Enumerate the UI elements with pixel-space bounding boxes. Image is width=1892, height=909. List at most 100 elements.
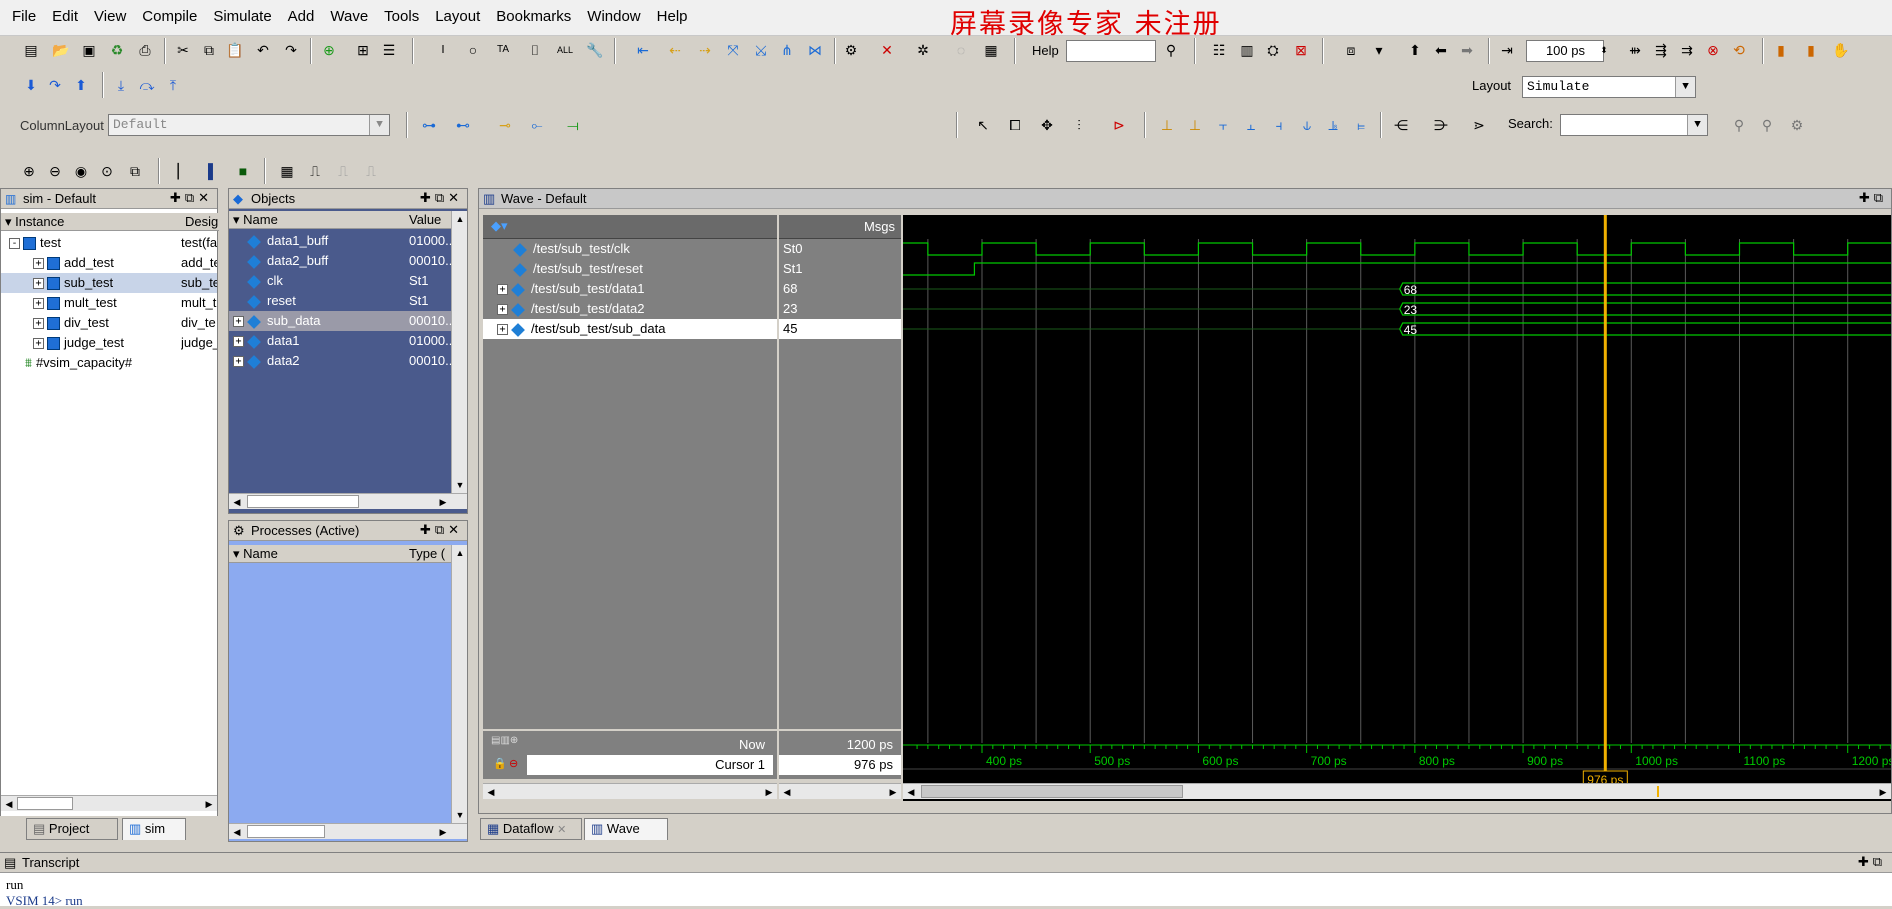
chart-icon[interactable]: ▮ xyxy=(1770,39,1792,61)
find-binoculars-icon[interactable]: ⊞ xyxy=(352,39,374,61)
tab-wave[interactable]: ▥ Wave xyxy=(584,818,668,840)
redo-icon[interactable]: ↷ xyxy=(280,39,302,61)
tab-project[interactable]: ▤ Project xyxy=(26,818,118,840)
expand-icon[interactable]: + xyxy=(497,304,508,316)
column-header-instance[interactable]: ▾ Instance xyxy=(1,213,181,231)
menu-bookmarks[interactable]: Bookmarks xyxy=(488,0,579,25)
column-header-design[interactable]: Design xyxy=(181,213,219,231)
run-icon[interactable]: ⇻ xyxy=(1624,39,1646,61)
processes-vscrollbar[interactable]: ▲ ▼ xyxy=(451,545,467,823)
wave-step-end-icon[interactable]: ⎍ xyxy=(360,160,382,182)
edge-any-icon[interactable]: ⫡ xyxy=(1322,114,1344,136)
print-icon[interactable]: ⎙ xyxy=(134,39,156,61)
step-icon[interactable]: ⬇ xyxy=(20,74,42,96)
scroll-right-icon[interactable]: ▶ xyxy=(885,784,901,800)
run-length-input[interactable]: 100 ps xyxy=(1526,40,1604,62)
split-icon[interactable]: ⋔ xyxy=(776,39,798,61)
expand-icon[interactable]: + xyxy=(497,324,508,336)
scroll-down-icon[interactable]: ▼ xyxy=(452,477,468,493)
step-over-current-icon[interactable]: ⤼ xyxy=(136,74,158,96)
stop-icon[interactable]: ⊗ xyxy=(1702,39,1724,61)
all-icon[interactable]: ALL xyxy=(554,39,576,61)
dropdown-window-icon[interactable]: ▾ xyxy=(1368,39,1390,61)
expand-icon[interactable]: + xyxy=(33,338,44,350)
scroll-left-icon[interactable]: ◀ xyxy=(229,494,245,510)
column-header-name[interactable]: ▾ Name xyxy=(229,211,405,229)
hand-icon[interactable]: ✋ xyxy=(1830,39,1852,61)
step-into-icon[interactable]: ⤓ xyxy=(110,74,132,96)
search-input[interactable]: ▼ xyxy=(1560,114,1708,136)
wave-signal-row[interactable]: + /test/sub_test/data2 xyxy=(483,299,777,319)
save-icon[interactable]: ▣ xyxy=(78,39,100,61)
column-header-value[interactable]: Value xyxy=(405,211,451,229)
breakpoint-icon[interactable]: ⊳ xyxy=(1108,114,1130,136)
add-icon[interactable]: ⊕ xyxy=(318,39,340,61)
search-forward-icon[interactable]: ⚲ xyxy=(1728,114,1750,136)
break-icon[interactable]: ⊠ xyxy=(1290,39,1312,61)
step-out-icon[interactable]: ⬆ xyxy=(70,74,92,96)
help-search-icon[interactable]: ⚲ xyxy=(1160,39,1182,61)
align-icon[interactable]: ⫶ xyxy=(1068,114,1090,136)
delete-icon[interactable]: ✕ xyxy=(876,39,898,61)
scroll-left-icon[interactable]: ◀ xyxy=(229,824,245,840)
menu-help[interactable]: Help xyxy=(649,0,696,25)
run-length-icon[interactable]: ⇥ xyxy=(1496,39,1518,61)
menu-view[interactable]: View xyxy=(86,0,134,25)
zoom-range-icon[interactable]: ⧉ xyxy=(124,160,146,182)
expand-icon[interactable]: + xyxy=(33,318,44,330)
scroll-right-icon[interactable]: ▶ xyxy=(201,796,217,812)
zoom-in-icon[interactable]: ⊕ xyxy=(18,160,40,182)
scroll-left-icon[interactable]: ◀ xyxy=(779,784,795,800)
scroll-down-icon[interactable]: ▼ xyxy=(452,807,468,823)
scroll-thumb[interactable] xyxy=(247,495,359,508)
add-list-icon[interactable]: ⊷ xyxy=(452,114,474,136)
step-out-current-icon[interactable]: ⤒ xyxy=(162,74,184,96)
scroll-up-icon[interactable]: ▲ xyxy=(452,211,468,227)
panel-controls-icon[interactable]: ✚⧉✕ xyxy=(420,522,463,538)
open-folder-icon[interactable]: 📂 xyxy=(50,39,72,61)
zoom-box-icon[interactable]: ⧠ xyxy=(1004,114,1026,136)
panel-controls-icon[interactable]: ✚⧉ xyxy=(1858,854,1886,870)
expand-icon[interactable]: + xyxy=(33,298,44,310)
edge-fall-icon[interactable]: ⫟ xyxy=(1212,114,1234,136)
bar-chart-icon[interactable]: ▮ xyxy=(1800,39,1822,61)
column-layout-select[interactable]: Default ▼ xyxy=(108,114,390,136)
objects-vscrollbar[interactable]: ▲ ▼ xyxy=(451,211,467,493)
scroll-left-icon[interactable]: ◀ xyxy=(483,784,499,800)
reload-icon[interactable]: ♻ xyxy=(106,39,128,61)
zoom-out-icon[interactable]: ⊖ xyxy=(44,160,66,182)
scroll-right-icon[interactable]: ▶ xyxy=(435,494,451,510)
column-header-type[interactable]: Type ( xyxy=(405,545,451,563)
wave-add-icon[interactable]: ◆▾ xyxy=(491,218,508,234)
add-dataflow-icon[interactable]: ⊸ xyxy=(494,114,516,136)
wave-step-alt-icon[interactable]: ⎍ xyxy=(332,160,354,182)
disabled-icon[interactable]: ◌ xyxy=(950,39,972,61)
add-log-green-icon[interactable]: ⟞ xyxy=(562,114,584,136)
zoom-cursor-icon[interactable]: ⊙ xyxy=(96,160,118,182)
menu-tools[interactable]: Tools xyxy=(376,0,427,25)
grid-icon[interactable]: ▦ xyxy=(980,39,1002,61)
scroll-left-icon[interactable]: ◀ xyxy=(1,796,17,812)
settings-icon[interactable]: ✲ xyxy=(912,39,934,61)
list-icon[interactable]: ☰ xyxy=(378,39,400,61)
wave-signal-row[interactable]: /test/sub_test/clk xyxy=(483,239,777,259)
menu-add[interactable]: Add xyxy=(280,0,323,25)
paste-icon[interactable]: 📋 xyxy=(224,39,246,61)
cursor-add-icon[interactable]: ⋲ xyxy=(1390,114,1412,136)
undo-icon[interactable]: ↶ xyxy=(252,39,274,61)
now-icons[interactable]: ▤▥⊕ xyxy=(491,735,518,746)
menu-window[interactable]: Window xyxy=(579,0,648,25)
sim-icon[interactable]: ⛭ xyxy=(1262,39,1284,61)
panel-controls-icon[interactable]: ✚⧉ xyxy=(1859,190,1887,206)
edge-last-icon[interactable]: ⫝ xyxy=(1296,114,1318,136)
expand-icon[interactable]: + xyxy=(33,278,44,290)
panel-controls-icon[interactable]: ✚⧉✕ xyxy=(170,190,213,206)
edge-next-icon[interactable]: ⫞ xyxy=(1268,114,1290,136)
names-hscrollbar[interactable]: ◀ ▶ xyxy=(483,783,777,799)
close-icon[interactable]: ✕ xyxy=(557,824,566,836)
wave-hscrollbar[interactable]: ◀ ▶ xyxy=(903,783,1891,799)
scroll-up-icon[interactable]: ▲ xyxy=(452,545,468,561)
step-forward-icon[interactable]: ⇢ xyxy=(694,39,716,61)
lock-icon[interactable]: 🔒 xyxy=(493,757,507,770)
scroll-thumb[interactable] xyxy=(247,825,325,838)
